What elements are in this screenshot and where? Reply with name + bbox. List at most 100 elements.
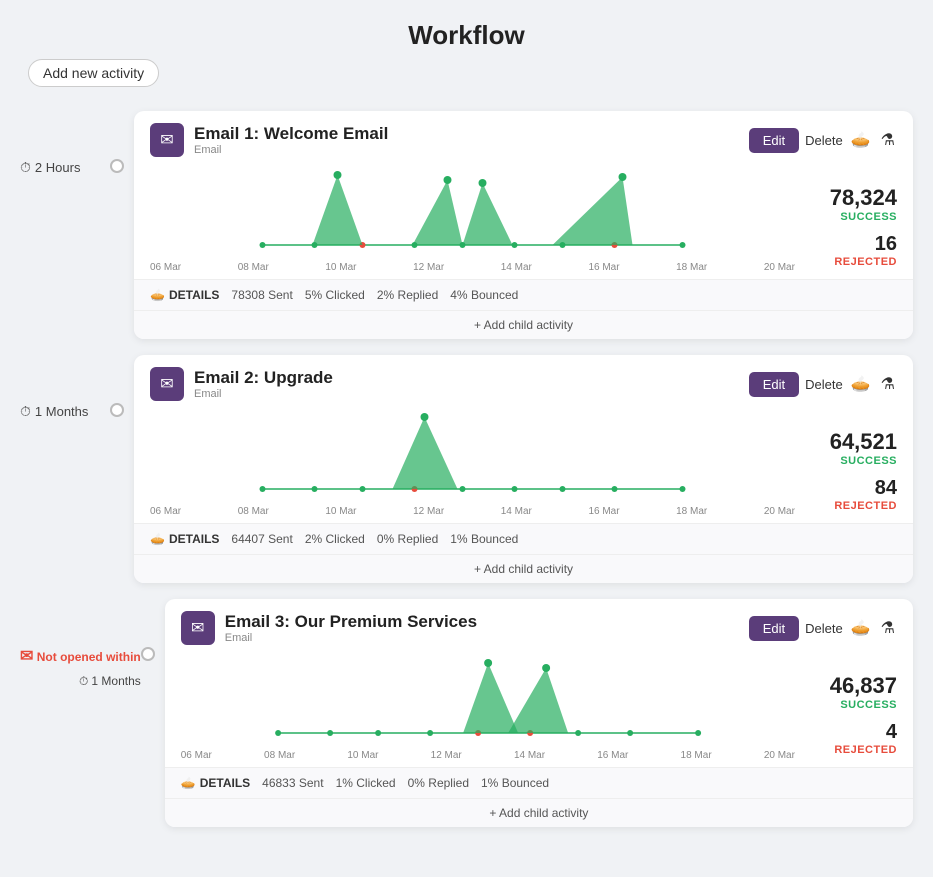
date-label: 06 Mar bbox=[181, 750, 212, 761]
delay-label-email2: ⏱ 1 Months bbox=[20, 355, 110, 420]
filter-icon-email1[interactable]: ⚗ bbox=[879, 128, 897, 152]
rejected-label-email2: REJECTED bbox=[807, 500, 897, 512]
card-subtitle-email2: Email bbox=[194, 388, 739, 400]
date-label: 10 Mar bbox=[325, 262, 356, 273]
success-label-email3: SUCCESS bbox=[807, 699, 897, 711]
date-label: 12 Mar bbox=[431, 750, 462, 761]
connector-dot-email1 bbox=[110, 159, 124, 173]
pie-icon: 🥧 bbox=[150, 532, 165, 546]
add-new-activity-button[interactable]: Add new activity bbox=[28, 59, 159, 87]
chart-wrapper-email2: 06 Mar 08 Mar 10 Mar 12 Mar 14 Mar 16 Ma… bbox=[150, 409, 795, 523]
filter-icon-email2[interactable]: ⚗ bbox=[879, 372, 897, 396]
success-count-email3: 46,837 bbox=[807, 673, 897, 699]
details-link-email3[interactable]: 🥧 DETAILS bbox=[181, 776, 250, 790]
condition-label-email3: ✉ Not opened within ⏱ 1 Months bbox=[20, 599, 141, 689]
date-label: 10 Mar bbox=[325, 506, 356, 517]
clock-icon: ⏱ bbox=[20, 159, 31, 176]
date-label: 18 Mar bbox=[676, 506, 707, 517]
replied-suffix: Replied bbox=[398, 288, 439, 302]
bounced-stat-email3: 1% Bounced bbox=[481, 776, 549, 790]
clicked-stat-email1: 5% Clicked bbox=[305, 288, 365, 302]
card-details-email3: 🥧 DETAILS 46833 Sent 1% Clicked 0% Repli… bbox=[165, 767, 913, 798]
details-link-email1[interactable]: 🥧 DETAILS bbox=[150, 288, 219, 302]
bounced-suffix: Bounced bbox=[471, 288, 518, 302]
page-title: Workflow bbox=[20, 20, 913, 51]
card-actions-email3: Edit Delete 🥧 ⚗ bbox=[749, 616, 897, 641]
chart-area-email1: 06 Mar 08 Mar 10 Mar 12 Mar 14 Mar 16 Ma… bbox=[134, 165, 913, 279]
date-label: 14 Mar bbox=[501, 506, 532, 517]
email-icon-email3: ✉ bbox=[181, 611, 215, 645]
edit-button-email1[interactable]: Edit bbox=[749, 128, 799, 153]
date-label: 12 Mar bbox=[413, 506, 444, 517]
rejected-count-email2: 84 bbox=[807, 477, 897, 500]
add-child-button-email1[interactable]: + Add child activity bbox=[134, 310, 913, 339]
chart-wrapper-email3: 06 Mar 08 Mar 10 Mar 12 Mar 14 Mar 16 Ma… bbox=[181, 653, 795, 767]
delay-label-email1: ⏱ 2 Hours bbox=[20, 111, 110, 176]
date-label: 16 Mar bbox=[597, 750, 628, 761]
chart-icon-email2[interactable]: 🥧 bbox=[849, 372, 873, 396]
delete-button-email1[interactable]: Delete bbox=[805, 133, 843, 148]
email-icon-email2: ✉ bbox=[150, 367, 184, 401]
activity-row-email3: ✉ Not opened within ⏱ 1 Months ✉ Email 3… bbox=[20, 599, 913, 827]
success-label-email1: SUCCESS bbox=[807, 211, 897, 223]
stats-block-email3: 46,837 SUCCESS 4 REJECTED bbox=[807, 653, 897, 756]
replied-stat-email2: 0% Replied bbox=[377, 532, 438, 546]
activity-row-email2: ⏱ 1 Months ✉ Email 2: Upgrade Email Edit… bbox=[20, 355, 913, 583]
details-link-email2[interactable]: 🥧 DETAILS bbox=[150, 532, 219, 546]
chart-labels-email3: 06 Mar 08 Mar 10 Mar 12 Mar 14 Mar 16 Ma… bbox=[181, 748, 795, 767]
add-child-button-email3[interactable]: + Add child activity bbox=[165, 798, 913, 827]
rejected-count-email1: 16 bbox=[807, 233, 897, 256]
date-label: 06 Mar bbox=[150, 506, 181, 517]
card-title-email1: Email 1: Welcome Email bbox=[194, 124, 739, 144]
card-header-email2: ✉ Email 2: Upgrade Email Edit Delete 🥧 ⚗ bbox=[134, 355, 913, 409]
chart-wrapper-email1: 06 Mar 08 Mar 10 Mar 12 Mar 14 Mar 16 Ma… bbox=[150, 165, 795, 279]
date-label: 08 Mar bbox=[238, 506, 269, 517]
condition-delay-email3: ⏱ 1 Months bbox=[79, 674, 141, 689]
delete-button-email3[interactable]: Delete bbox=[805, 621, 843, 636]
edit-button-email2[interactable]: Edit bbox=[749, 372, 799, 397]
date-label: 20 Mar bbox=[764, 262, 795, 273]
clicked-suffix: Clicked bbox=[326, 288, 365, 302]
date-label: 16 Mar bbox=[588, 506, 619, 517]
delete-button-email2[interactable]: Delete bbox=[805, 377, 843, 392]
clock-icon: ⏱ bbox=[79, 674, 88, 689]
filter-icon-email3[interactable]: ⚗ bbox=[879, 616, 897, 640]
not-opened-text: ✉ Not opened within bbox=[20, 647, 141, 668]
bounced-stat-email1: 4% Bounced bbox=[450, 288, 518, 302]
clock-icon: ⏱ bbox=[20, 403, 31, 420]
edit-button-email3[interactable]: Edit bbox=[749, 616, 799, 641]
sent-suffix: Sent bbox=[268, 288, 293, 302]
pie-icon: 🥧 bbox=[181, 776, 196, 790]
success-label-email2: SUCCESS bbox=[807, 455, 897, 467]
chart-svg-email2 bbox=[150, 409, 795, 499]
delay-text-email2: 1 Months bbox=[35, 404, 88, 419]
workflow-container: ⏱ 2 Hours ✉ Email 1: Welcome Email Email… bbox=[20, 111, 913, 843]
chart-area-email2: 06 Mar 08 Mar 10 Mar 12 Mar 14 Mar 16 Ma… bbox=[134, 409, 913, 523]
date-label: 14 Mar bbox=[501, 262, 532, 273]
card-email1: ✉ Email 1: Welcome Email Email Edit Dele… bbox=[134, 111, 913, 339]
sent-stat-email2: 64407 Sent bbox=[231, 532, 292, 546]
date-label: 06 Mar bbox=[150, 262, 181, 273]
chart-icon-email3[interactable]: 🥧 bbox=[849, 616, 873, 640]
add-child-button-email2[interactable]: + Add child activity bbox=[134, 554, 913, 583]
date-label: 10 Mar bbox=[347, 750, 378, 761]
chart-labels-email2: 06 Mar 08 Mar 10 Mar 12 Mar 14 Mar 16 Ma… bbox=[150, 504, 795, 523]
card-subtitle-email3: Email bbox=[225, 632, 739, 644]
date-label: 20 Mar bbox=[764, 750, 795, 761]
sent-stat-email3: 46833 Sent bbox=[262, 776, 323, 790]
rejected-label-email3: REJECTED bbox=[807, 744, 897, 756]
details-label: DETAILS bbox=[200, 776, 250, 790]
date-label: 12 Mar bbox=[413, 262, 444, 273]
card-subtitle-email1: Email bbox=[194, 144, 739, 156]
card-email3: ✉ Email 3: Our Premium Services Email Ed… bbox=[165, 599, 913, 827]
pie-icon: 🥧 bbox=[150, 288, 165, 302]
chart-area-email3: 06 Mar 08 Mar 10 Mar 12 Mar 14 Mar 16 Ma… bbox=[165, 653, 913, 767]
card-title-email3: Email 3: Our Premium Services bbox=[225, 612, 739, 632]
success-count-email1: 78,324 bbox=[807, 185, 897, 211]
chart-icon-email1[interactable]: 🥧 bbox=[849, 128, 873, 152]
details-label: DETAILS bbox=[169, 288, 219, 302]
rejected-label-email1: REJECTED bbox=[807, 256, 897, 268]
card-header-email3: ✉ Email 3: Our Premium Services Email Ed… bbox=[165, 599, 913, 653]
date-label: 18 Mar bbox=[676, 262, 707, 273]
date-label: 08 Mar bbox=[238, 262, 269, 273]
